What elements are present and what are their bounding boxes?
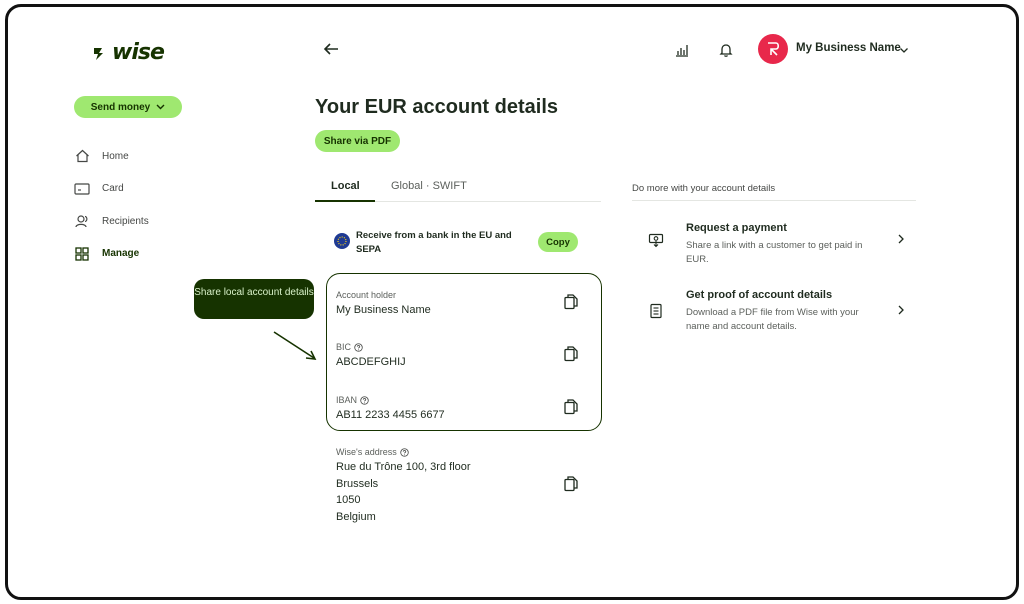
action-description: Download a PDF file from Wise with your … <box>686 307 859 332</box>
avatar[interactable] <box>758 34 788 64</box>
action-title: Request a payment <box>686 222 787 234</box>
logo-text: wise <box>112 40 165 65</box>
page-title: Your EUR account details <box>315 96 559 118</box>
address-line: Rue du Trône 100, 3rd floor <box>336 461 471 473</box>
divider <box>632 200 916 201</box>
bic-field: BIC ABCDEFGHIJ <box>336 342 406 371</box>
sidebar-item-label: Home <box>102 150 129 162</box>
help-icon[interactable] <box>360 395 369 405</box>
help-icon[interactable] <box>354 342 363 352</box>
wise-logo[interactable]: wise <box>92 40 165 65</box>
card-icon <box>74 181 90 197</box>
document-icon <box>650 303 662 319</box>
field-value[interactable]: My Business Name <box>336 302 431 319</box>
chevron-down-icon <box>156 104 165 110</box>
copy-icon[interactable] <box>564 294 578 310</box>
sidebar-item-label: Card <box>102 183 124 195</box>
chevron-down-icon[interactable] <box>899 45 909 55</box>
payment-request-icon <box>648 233 664 248</box>
recipients-icon <box>74 213 90 229</box>
copy-button[interactable]: Copy <box>538 232 578 252</box>
tab-local[interactable]: Local <box>331 180 360 192</box>
eu-flag-icon <box>334 233 350 249</box>
field-label: IBAN <box>336 395 445 405</box>
sidebar-item-recipients[interactable]: Recipients <box>74 205 149 238</box>
sidebar-item-label: Manage <box>102 248 140 260</box>
send-money-label: Send money <box>90 101 151 113</box>
field-value[interactable]: ABCDEFGHIJ <box>336 354 406 371</box>
account-holder-field: Account holder My Business Name <box>336 290 431 319</box>
sidebar-item-manage[interactable]: Manage <box>74 238 149 271</box>
field-label: BIC <box>336 342 406 352</box>
insights-chart-icon[interactable] <box>674 42 690 58</box>
sidebar-item-label: Recipients <box>102 215 149 227</box>
more-section-title: Do more with your account details <box>632 183 776 194</box>
receive-info: Receive from a bank in the EU and SEPA <box>334 229 528 257</box>
account-tabs: Local Global · SWIFT <box>315 176 601 202</box>
request-payment-action[interactable]: Request a payment Share a link with a cu… <box>648 222 910 266</box>
copy-icon[interactable] <box>564 476 578 492</box>
proof-of-account-action[interactable]: Get proof of account details Download a … <box>648 289 910 333</box>
iban-field: IBAN AB11 2233 4455 6677 <box>336 395 445 424</box>
grid-icon <box>74 246 90 262</box>
sidebar-item-card[interactable]: Card <box>74 173 149 206</box>
sidebar-nav: Home Card Recipients Manage <box>74 140 149 270</box>
active-tab-indicator <box>315 200 375 202</box>
chevron-right-icon <box>898 305 904 315</box>
share-via-pdf-button[interactable]: Share via PDF <box>315 130 400 152</box>
annotation-callout: Share local account details <box>194 279 314 319</box>
copy-icon[interactable] <box>564 399 578 415</box>
back-arrow-icon[interactable] <box>322 40 340 58</box>
field-value[interactable]: AB11 2233 4455 6677 <box>336 407 445 424</box>
address-value[interactable]: Rue du Trône 100, 3rd floor Brussels 105… <box>336 459 471 525</box>
tab-global-swift[interactable]: Global · SWIFT <box>391 180 467 192</box>
annotation-arrow-icon <box>273 331 317 360</box>
address-line: Belgium <box>336 510 376 523</box>
action-description: Share a link with a customer to get paid… <box>686 240 863 265</box>
business-avatar-icon <box>768 42 780 56</box>
field-label: Account holder <box>336 290 397 300</box>
field-label: Wise's address <box>336 447 471 457</box>
copy-icon[interactable] <box>564 346 578 362</box>
action-title: Get proof of account details <box>686 289 833 301</box>
business-name[interactable]: My Business Name <box>796 42 901 54</box>
home-icon <box>74 148 90 164</box>
address-line: Brussels <box>336 477 379 490</box>
wise-flag-icon <box>94 47 103 60</box>
address-line: 1050 <box>336 494 361 506</box>
wise-address-field: Wise's address Rue du Trône 100, 3rd flo… <box>336 447 471 525</box>
receive-text: Receive from a bank in the EU and SEPA <box>356 230 512 255</box>
bell-icon[interactable] <box>718 42 734 58</box>
sidebar-item-home[interactable]: Home <box>74 140 149 173</box>
help-icon[interactable] <box>400 447 409 457</box>
send-money-button[interactable]: Send money <box>74 96 182 118</box>
chevron-right-icon <box>898 234 904 244</box>
